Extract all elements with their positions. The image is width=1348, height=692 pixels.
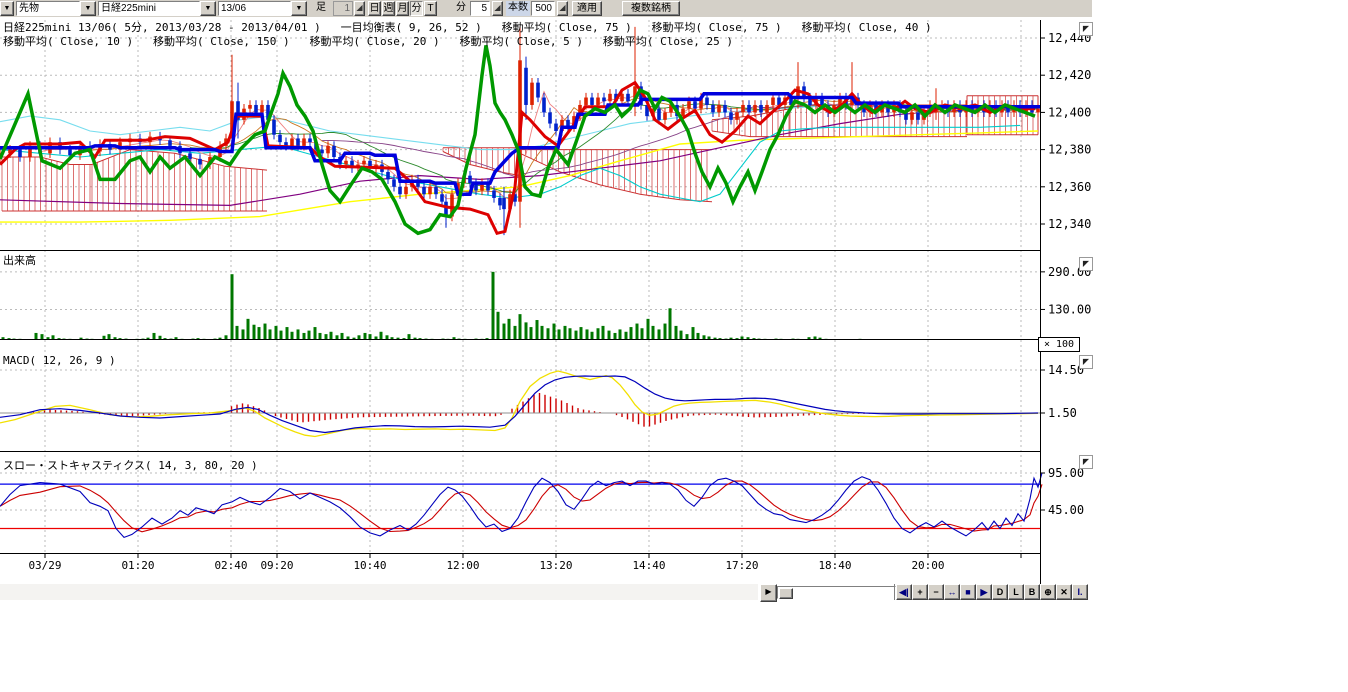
legend-row-2: 移動平均( Close, 10 ) 移動平均( Close, 150 ) 移動平… bbox=[3, 35, 733, 48]
stoch-panel-label: スロー・ストキャスティクス( 14, 3, 80, 20 ) bbox=[3, 457, 258, 473]
stoch-panel-collapse-icon[interactable]: ◤ bbox=[1079, 455, 1093, 469]
scrollbar-track-disabled[interactable] bbox=[0, 584, 758, 600]
legend-row-1: 日経225mini 13/06( 5分, 2013/03/28 - 2013/0… bbox=[3, 21, 932, 34]
volume-panel-collapse-icon[interactable]: ◤ bbox=[1079, 257, 1093, 271]
right-axis-labels: 12,44012,42012,40012,38012,36012,340290.… bbox=[1040, 31, 1091, 517]
time-axis-label: 20:00 bbox=[911, 559, 944, 572]
macd-panel-collapse-icon[interactable]: ◤ bbox=[1079, 355, 1093, 369]
volume-bars bbox=[2, 272, 867, 340]
axis-tick-label: 45.00 bbox=[1048, 503, 1084, 517]
axis-tick-label: 12,420 bbox=[1048, 68, 1091, 82]
d-button[interactable]: D bbox=[992, 584, 1008, 600]
time-axis-label: 02:40 bbox=[214, 559, 247, 572]
b-button[interactable]: B bbox=[1024, 584, 1040, 600]
time-axis-label: 13:20 bbox=[539, 559, 572, 572]
zoom-out-button[interactable]: − bbox=[928, 584, 944, 600]
time-axis-label: 17:20 bbox=[725, 559, 758, 572]
bottom-toolbar: ▶ ◀|+−↔■▶DLB⊕✕I. bbox=[0, 584, 1092, 601]
scrollbar-thumb[interactable] bbox=[779, 588, 793, 599]
cloud-bottom bbox=[520, 153, 712, 201]
time-axis-label: 01:20 bbox=[121, 559, 154, 572]
time-axis-label: 12:00 bbox=[446, 559, 479, 572]
stoch-d-line bbox=[0, 481, 1042, 532]
toolbar-divider bbox=[894, 584, 895, 600]
delete-button[interactable]: ✕ bbox=[1056, 584, 1072, 600]
chart-type-button[interactable]: I. bbox=[1072, 584, 1088, 600]
time-axis-label: 10:40 bbox=[353, 559, 386, 572]
time-axis-label: 03/29 bbox=[28, 559, 61, 572]
axis-tick-label: 12,340 bbox=[1048, 217, 1091, 231]
volume-panel-label: 出来高 bbox=[3, 252, 36, 268]
scroll-start-button[interactable]: ◀| bbox=[896, 584, 912, 600]
macd-panel-label: MACD( 12, 26, 9 ) bbox=[3, 354, 116, 367]
time-axis-label: 18:40 bbox=[818, 559, 851, 572]
time-axis-label: 14:40 bbox=[632, 559, 665, 572]
axis-tick-label: 12,380 bbox=[1048, 143, 1091, 157]
macd-signal-line bbox=[0, 371, 1038, 437]
stop-button[interactable]: ■ bbox=[960, 584, 976, 600]
scrollbar-track[interactable] bbox=[777, 586, 896, 599]
chart-application-window: ▼ 先物 ▼ 日経225mini ▼ 13/06 ▼ 足 1 ◢ 日週月分T 分… bbox=[0, 0, 1348, 692]
volume-multiplier-badge: × 100 bbox=[1038, 337, 1080, 352]
axis-tick-label: 12,400 bbox=[1048, 105, 1091, 119]
scroll-right-icon[interactable]: ▶ bbox=[760, 584, 777, 602]
time-axis-label: 09:20 bbox=[260, 559, 293, 572]
zoom-area-button[interactable]: ⊕ bbox=[1040, 584, 1056, 600]
chart-tool-buttons: ◀|+−↔■▶DLB⊕✕I. bbox=[896, 584, 1088, 600]
axis-tick-label: 12,360 bbox=[1048, 180, 1091, 194]
axis-tick-label: 130.00 bbox=[1048, 302, 1091, 316]
fit-width-button[interactable]: ↔ bbox=[944, 584, 960, 600]
play-button[interactable]: ▶ bbox=[976, 584, 992, 600]
price-panel-collapse-icon[interactable]: ◤ bbox=[1079, 22, 1093, 36]
l-button[interactable]: L bbox=[1008, 584, 1024, 600]
axis-tick-label: 1.50 bbox=[1048, 406, 1077, 420]
zoom-in-button[interactable]: + bbox=[912, 584, 928, 600]
